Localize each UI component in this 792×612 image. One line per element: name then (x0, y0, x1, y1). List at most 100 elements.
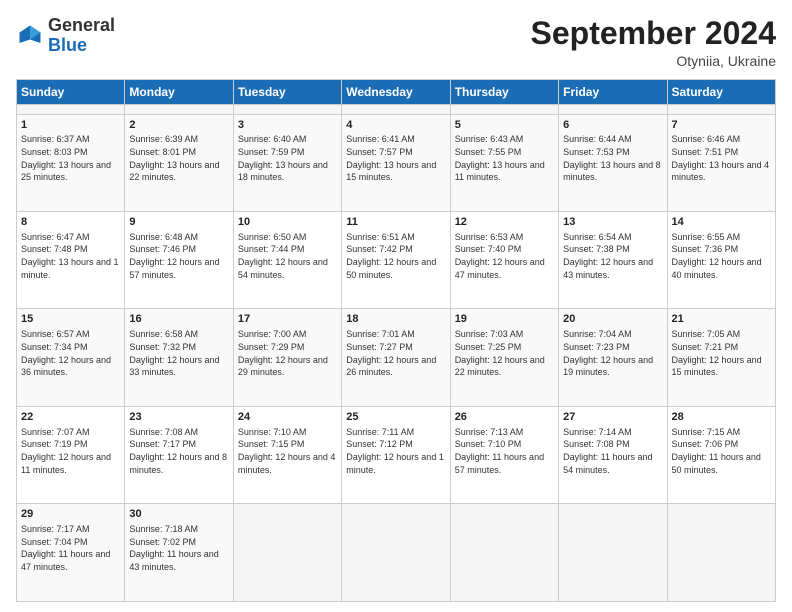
calendar-cell: 24Sunrise: 7:10 AM Sunset: 7:15 PM Dayli… (233, 406, 341, 503)
day-number: 25 (346, 410, 445, 425)
day-number: 1 (21, 118, 120, 133)
calendar-cell (17, 105, 125, 114)
day-number: 4 (346, 118, 445, 133)
logo-icon (16, 22, 44, 50)
calendar-cell: 26Sunrise: 7:13 AM Sunset: 7:10 PM Dayli… (450, 406, 558, 503)
logo: General Blue (16, 16, 115, 56)
day-number: 29 (21, 507, 120, 522)
calendar-cell: 10Sunrise: 6:50 AM Sunset: 7:44 PM Dayli… (233, 211, 341, 308)
day-detail: Sunrise: 6:41 AM Sunset: 7:57 PM Dayligh… (346, 133, 445, 183)
calendar-cell: 30Sunrise: 7:18 AM Sunset: 7:02 PM Dayli… (125, 504, 233, 602)
calendar-cell (233, 504, 341, 602)
day-number: 23 (129, 410, 228, 425)
calendar-cell: 18Sunrise: 7:01 AM Sunset: 7:27 PM Dayli… (342, 309, 450, 406)
day-number: 16 (129, 312, 228, 327)
day-number: 6 (563, 118, 662, 133)
day-detail: Sunrise: 7:14 AM Sunset: 7:08 PM Dayligh… (563, 426, 662, 476)
day-detail: Sunrise: 6:43 AM Sunset: 7:55 PM Dayligh… (455, 133, 554, 183)
calendar-week-0 (17, 105, 776, 114)
calendar-header-row: SundayMondayTuesdayWednesdayThursdayFrid… (17, 80, 776, 105)
day-detail: Sunrise: 7:10 AM Sunset: 7:15 PM Dayligh… (238, 426, 337, 476)
day-detail: Sunrise: 6:57 AM Sunset: 7:34 PM Dayligh… (21, 328, 120, 378)
day-number: 18 (346, 312, 445, 327)
day-detail: Sunrise: 6:58 AM Sunset: 7:32 PM Dayligh… (129, 328, 228, 378)
calendar-cell: 22Sunrise: 7:07 AM Sunset: 7:19 PM Dayli… (17, 406, 125, 503)
calendar-cell (559, 105, 667, 114)
day-detail: Sunrise: 7:04 AM Sunset: 7:23 PM Dayligh… (563, 328, 662, 378)
calendar-week-5: 29Sunrise: 7:17 AM Sunset: 7:04 PM Dayli… (17, 504, 776, 602)
day-detail: Sunrise: 6:54 AM Sunset: 7:38 PM Dayligh… (563, 231, 662, 281)
day-number: 15 (21, 312, 120, 327)
page: General Blue September 2024 Otyniia, Ukr… (0, 0, 792, 612)
day-number: 19 (455, 312, 554, 327)
day-detail: Sunrise: 7:01 AM Sunset: 7:27 PM Dayligh… (346, 328, 445, 378)
day-detail: Sunrise: 6:37 AM Sunset: 8:03 PM Dayligh… (21, 133, 120, 183)
day-number: 3 (238, 118, 337, 133)
calendar-cell: 23Sunrise: 7:08 AM Sunset: 7:17 PM Dayli… (125, 406, 233, 503)
calendar-cell: 16Sunrise: 6:58 AM Sunset: 7:32 PM Dayli… (125, 309, 233, 406)
day-detail: Sunrise: 7:15 AM Sunset: 7:06 PM Dayligh… (672, 426, 771, 476)
day-number: 2 (129, 118, 228, 133)
calendar-cell: 5Sunrise: 6:43 AM Sunset: 7:55 PM Daylig… (450, 114, 558, 211)
day-detail: Sunrise: 6:50 AM Sunset: 7:44 PM Dayligh… (238, 231, 337, 281)
calendar-cell (342, 105, 450, 114)
calendar-header-monday: Monday (125, 80, 233, 105)
day-number: 7 (672, 118, 771, 133)
calendar-week-3: 15Sunrise: 6:57 AM Sunset: 7:34 PM Dayli… (17, 309, 776, 406)
day-detail: Sunrise: 6:44 AM Sunset: 7:53 PM Dayligh… (563, 133, 662, 183)
calendar-cell: 9Sunrise: 6:48 AM Sunset: 7:46 PM Daylig… (125, 211, 233, 308)
day-number: 11 (346, 215, 445, 230)
calendar-cell: 6Sunrise: 6:44 AM Sunset: 7:53 PM Daylig… (559, 114, 667, 211)
calendar-cell: 20Sunrise: 7:04 AM Sunset: 7:23 PM Dayli… (559, 309, 667, 406)
day-number: 22 (21, 410, 120, 425)
calendar-cell: 2Sunrise: 6:39 AM Sunset: 8:01 PM Daylig… (125, 114, 233, 211)
logo-general-text: General (48, 15, 115, 35)
calendar-cell (450, 105, 558, 114)
calendar-cell: 29Sunrise: 7:17 AM Sunset: 7:04 PM Dayli… (17, 504, 125, 602)
day-detail: Sunrise: 6:55 AM Sunset: 7:36 PM Dayligh… (672, 231, 771, 281)
day-detail: Sunrise: 7:17 AM Sunset: 7:04 PM Dayligh… (21, 523, 120, 573)
logo-text: General Blue (48, 16, 115, 56)
day-detail: Sunrise: 6:53 AM Sunset: 7:40 PM Dayligh… (455, 231, 554, 281)
day-detail: Sunrise: 7:13 AM Sunset: 7:10 PM Dayligh… (455, 426, 554, 476)
location: Otyniia, Ukraine (531, 53, 776, 69)
day-detail: Sunrise: 6:51 AM Sunset: 7:42 PM Dayligh… (346, 231, 445, 281)
day-detail: Sunrise: 7:03 AM Sunset: 7:25 PM Dayligh… (455, 328, 554, 378)
header: General Blue September 2024 Otyniia, Ukr… (16, 16, 776, 69)
calendar-cell: 19Sunrise: 7:03 AM Sunset: 7:25 PM Dayli… (450, 309, 558, 406)
calendar-cell (667, 105, 775, 114)
day-detail: Sunrise: 6:47 AM Sunset: 7:48 PM Dayligh… (21, 231, 120, 281)
calendar-cell: 1Sunrise: 6:37 AM Sunset: 8:03 PM Daylig… (17, 114, 125, 211)
calendar-cell: 7Sunrise: 6:46 AM Sunset: 7:51 PM Daylig… (667, 114, 775, 211)
day-detail: Sunrise: 7:07 AM Sunset: 7:19 PM Dayligh… (21, 426, 120, 476)
day-number: 26 (455, 410, 554, 425)
calendar-cell: 12Sunrise: 6:53 AM Sunset: 7:40 PM Dayli… (450, 211, 558, 308)
day-number: 28 (672, 410, 771, 425)
day-number: 10 (238, 215, 337, 230)
day-detail: Sunrise: 7:00 AM Sunset: 7:29 PM Dayligh… (238, 328, 337, 378)
calendar-cell (667, 504, 775, 602)
calendar-cell (450, 504, 558, 602)
day-detail: Sunrise: 6:48 AM Sunset: 7:46 PM Dayligh… (129, 231, 228, 281)
logo-blue-text: Blue (48, 35, 87, 55)
day-number: 30 (129, 507, 228, 522)
day-number: 21 (672, 312, 771, 327)
calendar-week-1: 1Sunrise: 6:37 AM Sunset: 8:03 PM Daylig… (17, 114, 776, 211)
calendar-header-thursday: Thursday (450, 80, 558, 105)
calendar-week-2: 8Sunrise: 6:47 AM Sunset: 7:48 PM Daylig… (17, 211, 776, 308)
calendar-cell: 11Sunrise: 6:51 AM Sunset: 7:42 PM Dayli… (342, 211, 450, 308)
calendar-cell: 15Sunrise: 6:57 AM Sunset: 7:34 PM Dayli… (17, 309, 125, 406)
day-detail: Sunrise: 7:18 AM Sunset: 7:02 PM Dayligh… (129, 523, 228, 573)
day-number: 8 (21, 215, 120, 230)
day-detail: Sunrise: 7:08 AM Sunset: 7:17 PM Dayligh… (129, 426, 228, 476)
day-detail: Sunrise: 7:05 AM Sunset: 7:21 PM Dayligh… (672, 328, 771, 378)
calendar-cell: 3Sunrise: 6:40 AM Sunset: 7:59 PM Daylig… (233, 114, 341, 211)
day-detail: Sunrise: 6:40 AM Sunset: 7:59 PM Dayligh… (238, 133, 337, 183)
calendar-cell: 8Sunrise: 6:47 AM Sunset: 7:48 PM Daylig… (17, 211, 125, 308)
day-detail: Sunrise: 6:46 AM Sunset: 7:51 PM Dayligh… (672, 133, 771, 183)
calendar-cell (233, 105, 341, 114)
calendar-header-friday: Friday (559, 80, 667, 105)
day-number: 5 (455, 118, 554, 133)
day-number: 14 (672, 215, 771, 230)
calendar-cell: 27Sunrise: 7:14 AM Sunset: 7:08 PM Dayli… (559, 406, 667, 503)
